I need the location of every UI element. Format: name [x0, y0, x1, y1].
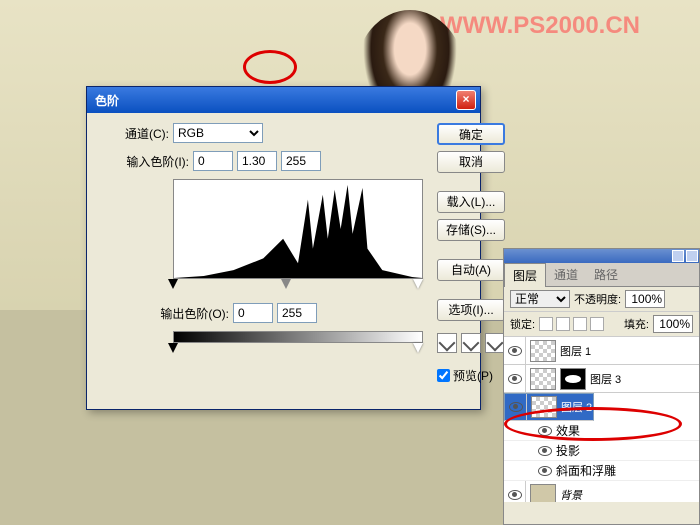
- eye-icon: [508, 374, 522, 384]
- dialog-title: 色阶: [91, 92, 456, 109]
- white-eyedropper-icon[interactable]: [485, 333, 505, 353]
- lock-position-icon[interactable]: [573, 317, 587, 331]
- levels-dialog: 色阶 × 通道(C): RGB 输入色阶(I):: [86, 86, 481, 410]
- eye-icon: [538, 426, 552, 436]
- layer-name: 图层 3: [590, 371, 699, 387]
- layer-name: 背景: [560, 487, 699, 503]
- layer-thumbnail: [531, 396, 557, 418]
- tab-paths[interactable]: 路径: [586, 263, 626, 286]
- channel-select[interactable]: RGB: [173, 123, 263, 143]
- eye-icon: [508, 490, 522, 500]
- output-levels-label: 输出色阶(O):: [103, 305, 229, 322]
- visibility-toggle[interactable]: [504, 365, 526, 392]
- watermark: WWW.PS2000.CN: [440, 12, 640, 40]
- input-slider-track[interactable]: [173, 279, 423, 291]
- input-black-field[interactable]: [193, 151, 233, 171]
- blend-mode-select[interactable]: 正常: [510, 290, 570, 308]
- layer-item-3[interactable]: 图层 3: [504, 365, 699, 393]
- lock-all-icon[interactable]: [590, 317, 604, 331]
- fill-field[interactable]: [653, 315, 693, 333]
- input-gamma-field[interactable]: [237, 151, 277, 171]
- layers-panel: 图层 通道 路径 正常 不透明度: 锁定: 填充: 图层 1 图层 3: [503, 248, 700, 525]
- panel-tabs: 图层 通道 路径: [504, 263, 699, 287]
- close-button[interactable]: ×: [456, 90, 476, 110]
- output-white-slider[interactable]: [413, 343, 423, 353]
- visibility-toggle[interactable]: [505, 394, 527, 420]
- layer-thumbnail: [530, 368, 556, 390]
- input-levels-label: 输入色阶(I):: [103, 153, 189, 170]
- output-black-slider[interactable]: [168, 343, 178, 353]
- load-button[interactable]: 载入(L)...: [437, 191, 505, 213]
- minimize-panel-icon[interactable]: [672, 250, 684, 262]
- layer-item-1[interactable]: 图层 1: [504, 337, 699, 365]
- fill-label: 填充:: [624, 316, 649, 332]
- ok-button[interactable]: 确定: [437, 123, 505, 145]
- preview-label: 预览(P): [453, 367, 493, 384]
- eye-icon: [508, 346, 522, 356]
- gamma-slider[interactable]: [281, 279, 291, 289]
- eye-icon: [538, 446, 552, 456]
- dialog-titlebar[interactable]: 色阶 ×: [87, 87, 480, 113]
- lock-transparent-icon[interactable]: [539, 317, 553, 331]
- visibility-toggle[interactable]: [504, 337, 526, 364]
- lock-label: 锁定:: [510, 316, 535, 332]
- output-white-field[interactable]: [277, 303, 317, 323]
- layer-item-2[interactable]: 图层 2: [504, 393, 594, 421]
- input-white-field[interactable]: [281, 151, 321, 171]
- auto-button[interactable]: 自动(A): [437, 259, 505, 281]
- black-point-slider[interactable]: [168, 279, 178, 289]
- eye-icon: [538, 466, 552, 476]
- black-eyedropper-icon[interactable]: [437, 333, 457, 353]
- channel-label: 通道(C):: [103, 125, 169, 142]
- panel-header[interactable]: [504, 249, 699, 263]
- lock-pixels-icon[interactable]: [556, 317, 570, 331]
- layer-thumbnail: [530, 340, 556, 362]
- layer-name: 图层 1: [560, 343, 699, 359]
- tab-channels[interactable]: 通道: [546, 263, 586, 286]
- opacity-label: 不透明度:: [574, 291, 621, 307]
- opacity-field[interactable]: [625, 290, 665, 308]
- output-black-field[interactable]: [233, 303, 273, 323]
- layers-list: 图层 1 图层 3 图层 2 效果 投影 斜面和浮雕 背景: [504, 337, 699, 502]
- close-panel-icon[interactable]: [686, 250, 698, 262]
- fx-drop-shadow[interactable]: 投影: [504, 441, 699, 461]
- output-slider-track[interactable]: [173, 343, 423, 355]
- output-gradient: [173, 331, 423, 343]
- histogram: [173, 179, 423, 279]
- eye-icon: [509, 402, 523, 412]
- save-button[interactable]: 存储(S)...: [437, 219, 505, 241]
- layer-name: 图层 2: [561, 399, 593, 415]
- fx-bevel[interactable]: 斜面和浮雕: [504, 461, 699, 481]
- cancel-button[interactable]: 取消: [437, 151, 505, 173]
- options-button[interactable]: 选项(I)...: [437, 299, 505, 321]
- layer-item-background[interactable]: 背景: [504, 481, 699, 502]
- white-point-slider[interactable]: [413, 279, 423, 289]
- fx-effects[interactable]: 效果: [504, 421, 699, 441]
- preview-checkbox[interactable]: [437, 369, 450, 382]
- gray-eyedropper-icon[interactable]: [461, 333, 481, 353]
- tab-layers[interactable]: 图层: [504, 263, 546, 287]
- layer-thumbnail: [530, 484, 556, 503]
- layer-mask-thumbnail: [560, 368, 586, 390]
- visibility-toggle[interactable]: [504, 481, 526, 502]
